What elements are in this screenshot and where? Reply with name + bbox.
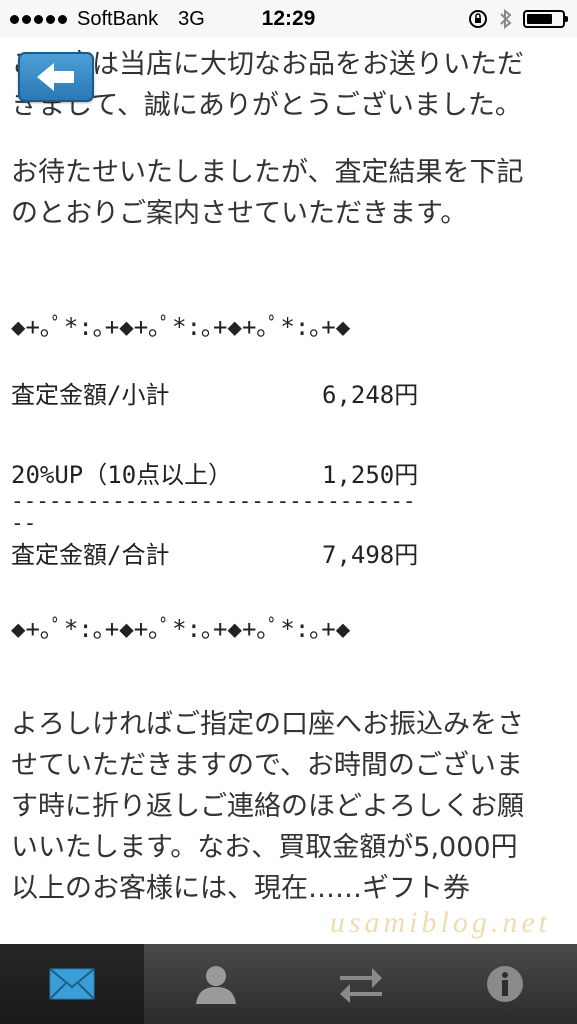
divider-decoration: ◆+｡ﾟ*:｡+◆+｡ﾟ*:｡+◆+｡ﾟ*:｡+◆ (11, 313, 351, 341)
email-body[interactable]: この度は当店に大切なお品をお送りいただ きまして、誠にありがとうございました。 … (0, 38, 577, 944)
bonus-value: 1,250円 (322, 461, 419, 489)
message-line: す時に折り返しご連絡のほどよろしくお願 (11, 791, 524, 822)
orientation-lock-icon (469, 10, 487, 28)
arrow-left-icon (37, 63, 74, 91)
message-line: いいたします。なお、買取金額が5,000円 (11, 832, 518, 863)
battery-icon (523, 10, 568, 28)
message-line: お待たせいたしましたが、査定結果を下記 (11, 157, 524, 188)
message-line: のとおりご案内させていただきます。 (11, 198, 468, 229)
total-label: 査定金額/合計 (11, 541, 170, 569)
watermark: usamiblog.net (329, 906, 551, 939)
status-bar: SoftBank 3G 12:29 (0, 0, 577, 38)
dash-line: -------------------------------- (11, 489, 416, 513)
tab-bar (0, 944, 577, 1024)
subtotal-label: 査定金額/小計 (11, 381, 170, 409)
subtotal-value: 6,248円 (322, 381, 419, 409)
tab-mail[interactable] (0, 944, 145, 1024)
contact-icon (196, 966, 237, 1004)
info-icon (486, 966, 523, 1002)
tab-contact[interactable] (144, 944, 288, 1024)
tab-info[interactable] (433, 944, 577, 1024)
dash-line: -- (11, 511, 37, 535)
bonus-label: 20%UP（10点以上） (11, 461, 233, 489)
back-button[interactable] (18, 52, 94, 102)
total-value: 7,498円 (322, 541, 419, 569)
divider-decoration: ◆+｡ﾟ*:｡+◆+｡ﾟ*:｡+◆+｡ﾟ*:｡+◆ (11, 615, 351, 643)
message-line: きまして、誠にありがとうございました。 (11, 90, 522, 121)
transfer-icon (339, 968, 382, 1003)
message-line: 以上のお客様には、現在……ギフト券 (11, 873, 470, 904)
message-line: よろしければご指定の口座へお振込みをさ (11, 709, 524, 740)
mail-icon (49, 968, 95, 1000)
tab-transfer[interactable] (289, 944, 433, 1024)
message-line: この度は当店に大切なお品をお送りいただ (11, 49, 524, 80)
bluetooth-icon (500, 8, 512, 30)
message-line: せていただきますので、お時間のございま (11, 750, 523, 781)
